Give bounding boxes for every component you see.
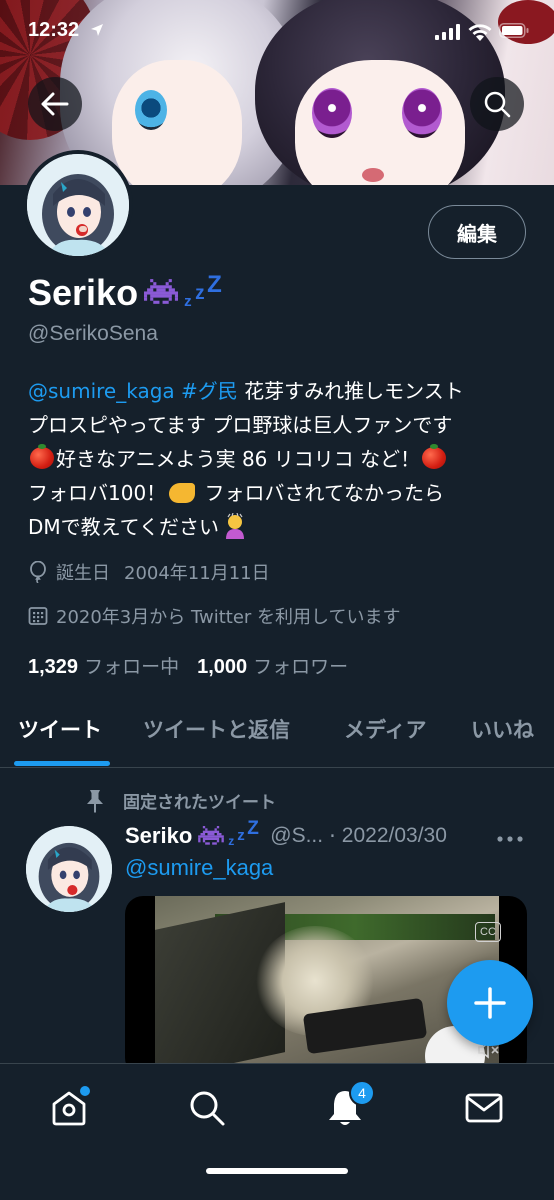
banner-character-left-face [112,60,242,185]
tab-likes[interactable]: いいね [471,714,534,744]
pin-icon [87,789,103,813]
balloon-icon [28,561,48,583]
birthday-label: 誕生日 [56,563,110,584]
tab-tweets-and-replies[interactable]: ツイートと返信 [143,714,290,744]
tweet-header: Seriko z z Z @S... · 2022/03/30 [125,818,447,850]
profile-tabs: ツイート ツイートと返信 メディア いいね [0,700,554,768]
battery-icon [499,23,529,38]
bottom-navigation: 4 [0,1063,554,1200]
bio-line-4: フォロバ100！ フォロバされてなかったら [28,476,528,510]
sleeping-zzz-icon: z z Z [228,818,259,848]
following-label[interactable]: フォロー中 [84,652,179,679]
tweet-separator: · [329,824,336,848]
pinned-tweet-indicator: 固定されたツイート [85,788,276,813]
banner-character-right-eye-left [312,88,352,138]
sleeping-zzz-icon: z z Z [184,271,222,310]
tomato-emoji-icon [30,444,54,469]
status-bar: 12:32 [0,0,554,66]
bio-text: フォロバ100！ [28,481,167,505]
birthday-value: 2004年11月11日 [124,563,270,584]
arrow-left-icon [41,92,69,116]
profile-display-name: Seriko [28,272,139,313]
nav-home[interactable] [47,1086,91,1130]
bio-hashtag-link[interactable]: #グ民 [181,379,238,403]
space-invader-icon [198,825,225,845]
cellular-signal-icon [435,24,460,40]
followers-label[interactable]: フォロワー [253,652,348,679]
back-button[interactable] [28,77,82,131]
plus-icon [474,987,506,1019]
bio-line-2: プロスピやってます プロ野球は巨人ファンです [28,413,453,437]
nav-notifications[interactable]: 4 [323,1080,375,1130]
tweet-author-avatar[interactable] [26,826,112,912]
joined-date-text: 2020年3月から Twitter を利用しています [56,607,401,628]
bio-text: 好きなアニメよう実 86 リコリコ など！ [56,447,421,471]
bowing-person-emoji-icon [226,513,245,539]
pinned-label: 固定されたツイート [123,793,276,813]
followers-count[interactable]: 1,000 [197,656,247,679]
banner-character-left-eye [135,90,167,130]
closed-captions-button[interactable]: CC [475,922,501,942]
search-icon [484,91,511,118]
avatar-illustration [26,826,112,912]
profile-avatar[interactable] [23,150,133,260]
bio-mention-link[interactable]: @sumire_kaga [28,379,175,403]
wifi-icon [468,24,492,41]
calendar-icon [28,606,48,626]
compose-tweet-button[interactable] [447,960,533,1046]
nav-search[interactable] [185,1086,229,1130]
status-time: 12:32 [28,19,80,41]
tweet-mention-link[interactable]: @sumire_kaga [125,855,273,881]
profile-name-row: Seriko z z Z [28,271,224,314]
tweet-date[interactable]: 2022/03/30 [342,824,447,848]
video-thumbnail [155,896,499,1076]
search-icon [190,1091,225,1126]
follow-stats: 1,329 フォロー中 1,000 フォロワー [28,652,348,679]
nav-messages[interactable] [462,1086,506,1130]
edit-profile-button[interactable]: 編集 [428,205,526,259]
search-button[interactable] [470,77,524,131]
banner-character-mouth [362,168,384,182]
active-tab-indicator [14,761,110,766]
joined-date-row: 2020年3月から Twitter を利用しています [28,603,401,629]
tweet-author-handle: @S... [270,824,324,847]
notification-count-badge: 4 [349,1080,375,1106]
more-horizontal-icon[interactable] [497,836,523,842]
tweet-author-name[interactable]: Seriko [125,823,192,849]
profile-handle: @SerikoSena [28,322,158,345]
profile-bio: @sumire_kaga #グ民 花芽すみれ推しモンスト プロスピやってます プ… [28,374,528,544]
bio-line-3: 好きなアニメよう実 86 リコリコ など！ [28,442,528,476]
space-invader-icon [144,279,179,304]
tab-tweets[interactable]: ツイート [18,714,102,744]
bio-line-1: @sumire_kaga #グ民 花芽すみれ推しモンスト [28,374,528,408]
location-arrow-icon [91,24,103,36]
tomato-emoji-icon [422,444,447,469]
bio-text: 花芽すみれ推しモンスト [237,379,464,403]
avatar-illustration [27,154,129,256]
bio-text: DMで教えてください [28,515,220,539]
following-count[interactable]: 1,329 [28,656,78,679]
bio-text: フォロバされてなかったら [198,481,444,505]
banner-character-right-eye-right [402,88,442,138]
tab-media[interactable]: メディア [344,714,427,744]
home-indicator [206,1168,348,1174]
pointing-hand-emoji-icon [169,483,196,503]
envelope-icon [465,1093,503,1123]
bio-line-5: DMで教えてください [28,510,528,544]
new-content-dot [80,1086,90,1096]
birthday-row: 誕生日 2004年11月11日 [28,559,270,585]
